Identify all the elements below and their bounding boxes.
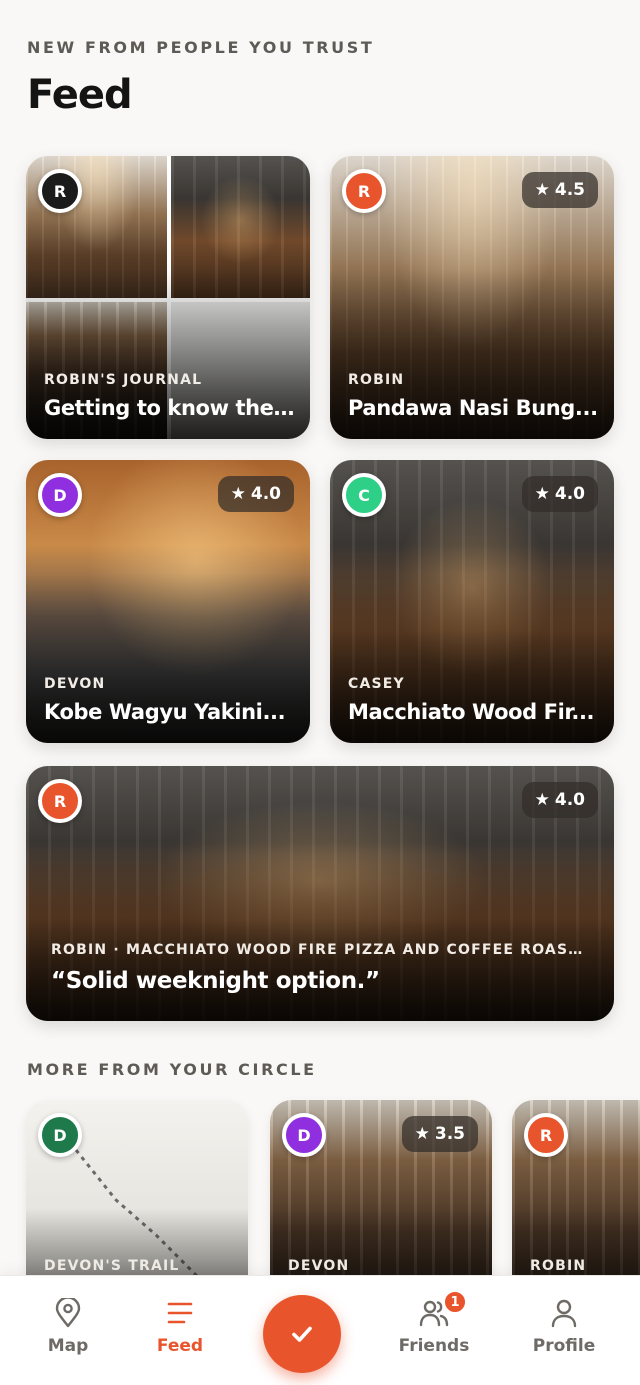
rating-badge: ★ 3.5: [401, 1116, 478, 1152]
avatar: D: [38, 473, 82, 517]
review-card[interactable]: C ★ 4.0 CASEY Macchiato Wood Fir...: [330, 460, 614, 743]
friends-notification-badge: 1: [443, 1290, 467, 1314]
nav-map[interactable]: Map: [13, 1298, 123, 1356]
card-title: Macchiato Wood Fir...: [348, 700, 595, 724]
nav-feed-label: Feed: [156, 1336, 204, 1356]
avatar: R: [342, 169, 386, 213]
profile-icon: [551, 1299, 577, 1328]
avatar: R: [524, 1113, 568, 1157]
page-title: Feed: [27, 72, 133, 118]
check-in-button[interactable]: [263, 1295, 341, 1373]
card-author-label: ROBIN: [530, 1258, 587, 1274]
star-icon: ★: [534, 180, 550, 200]
card-author-label: DEVON: [44, 676, 106, 692]
star-icon: ★: [534, 484, 550, 504]
card-author-label: DEVON'S TRAIL: [44, 1258, 180, 1274]
card-author-label: ROBIN: [348, 372, 405, 388]
nav-friends-label: Friends: [398, 1336, 470, 1356]
map-pin-icon: [55, 1298, 81, 1328]
avatar: C: [342, 473, 386, 517]
rating-badge: ★ 4.0: [521, 782, 598, 818]
card-title: Getting to know the ...: [44, 396, 300, 420]
bottom-nav: Map Feed 1 Friends Profile: [0, 1275, 640, 1385]
checkmark-icon: [292, 1326, 312, 1342]
journal-card[interactable]: R ROBIN'S JOURNAL Getting to know the ..…: [26, 156, 310, 439]
review-card[interactable]: D ★ 4.0 DEVON Kobe Wagyu Yakini...: [26, 460, 310, 743]
card-author-label: ROBIN · MACCHIATO WOOD FIRE PIZZA AND CO…: [51, 942, 591, 958]
nav-profile[interactable]: Profile: [509, 1298, 619, 1356]
rating-badge: ★ 4.0: [521, 476, 598, 512]
avatar: R: [38, 169, 82, 213]
nav-feed[interactable]: Feed: [125, 1298, 235, 1356]
avatar: R: [38, 779, 82, 823]
card-title: Pandawa Nasi Bung...: [348, 396, 598, 420]
nav-profile-label: Profile: [532, 1336, 596, 1356]
section-kicker: NEW FROM PEOPLE YOU TRUST: [27, 38, 375, 57]
star-icon: ★: [534, 790, 550, 810]
star-icon: ★: [230, 484, 246, 504]
nav-map-label: Map: [47, 1336, 89, 1356]
rating-badge: ★ 4.5: [521, 172, 598, 208]
avatar: D: [38, 1113, 82, 1157]
nav-friends[interactable]: 1 Friends: [379, 1290, 489, 1356]
card-title: Kobe Wagyu Yakini...: [44, 700, 286, 724]
circle-heading: MORE FROM YOUR CIRCLE: [27, 1060, 317, 1079]
review-card[interactable]: R ★ 4.5 ROBIN Pandawa Nasi Bung...: [330, 156, 614, 439]
card-author-label: ROBIN'S JOURNAL: [44, 372, 203, 388]
card-quote: “Solid weeknight option.”: [51, 968, 380, 994]
card-author-label: CASEY: [348, 676, 405, 692]
card-author-label: DEVON: [288, 1258, 350, 1274]
rating-badge: ★ 4.0: [217, 476, 294, 512]
quote-card[interactable]: R ★ 4.0 ROBIN · MACCHIATO WOOD FIRE PIZZA…: [26, 766, 614, 1021]
feed-lines-icon: [167, 1302, 193, 1324]
avatar: D: [282, 1113, 326, 1157]
star-icon: ★: [414, 1124, 430, 1144]
